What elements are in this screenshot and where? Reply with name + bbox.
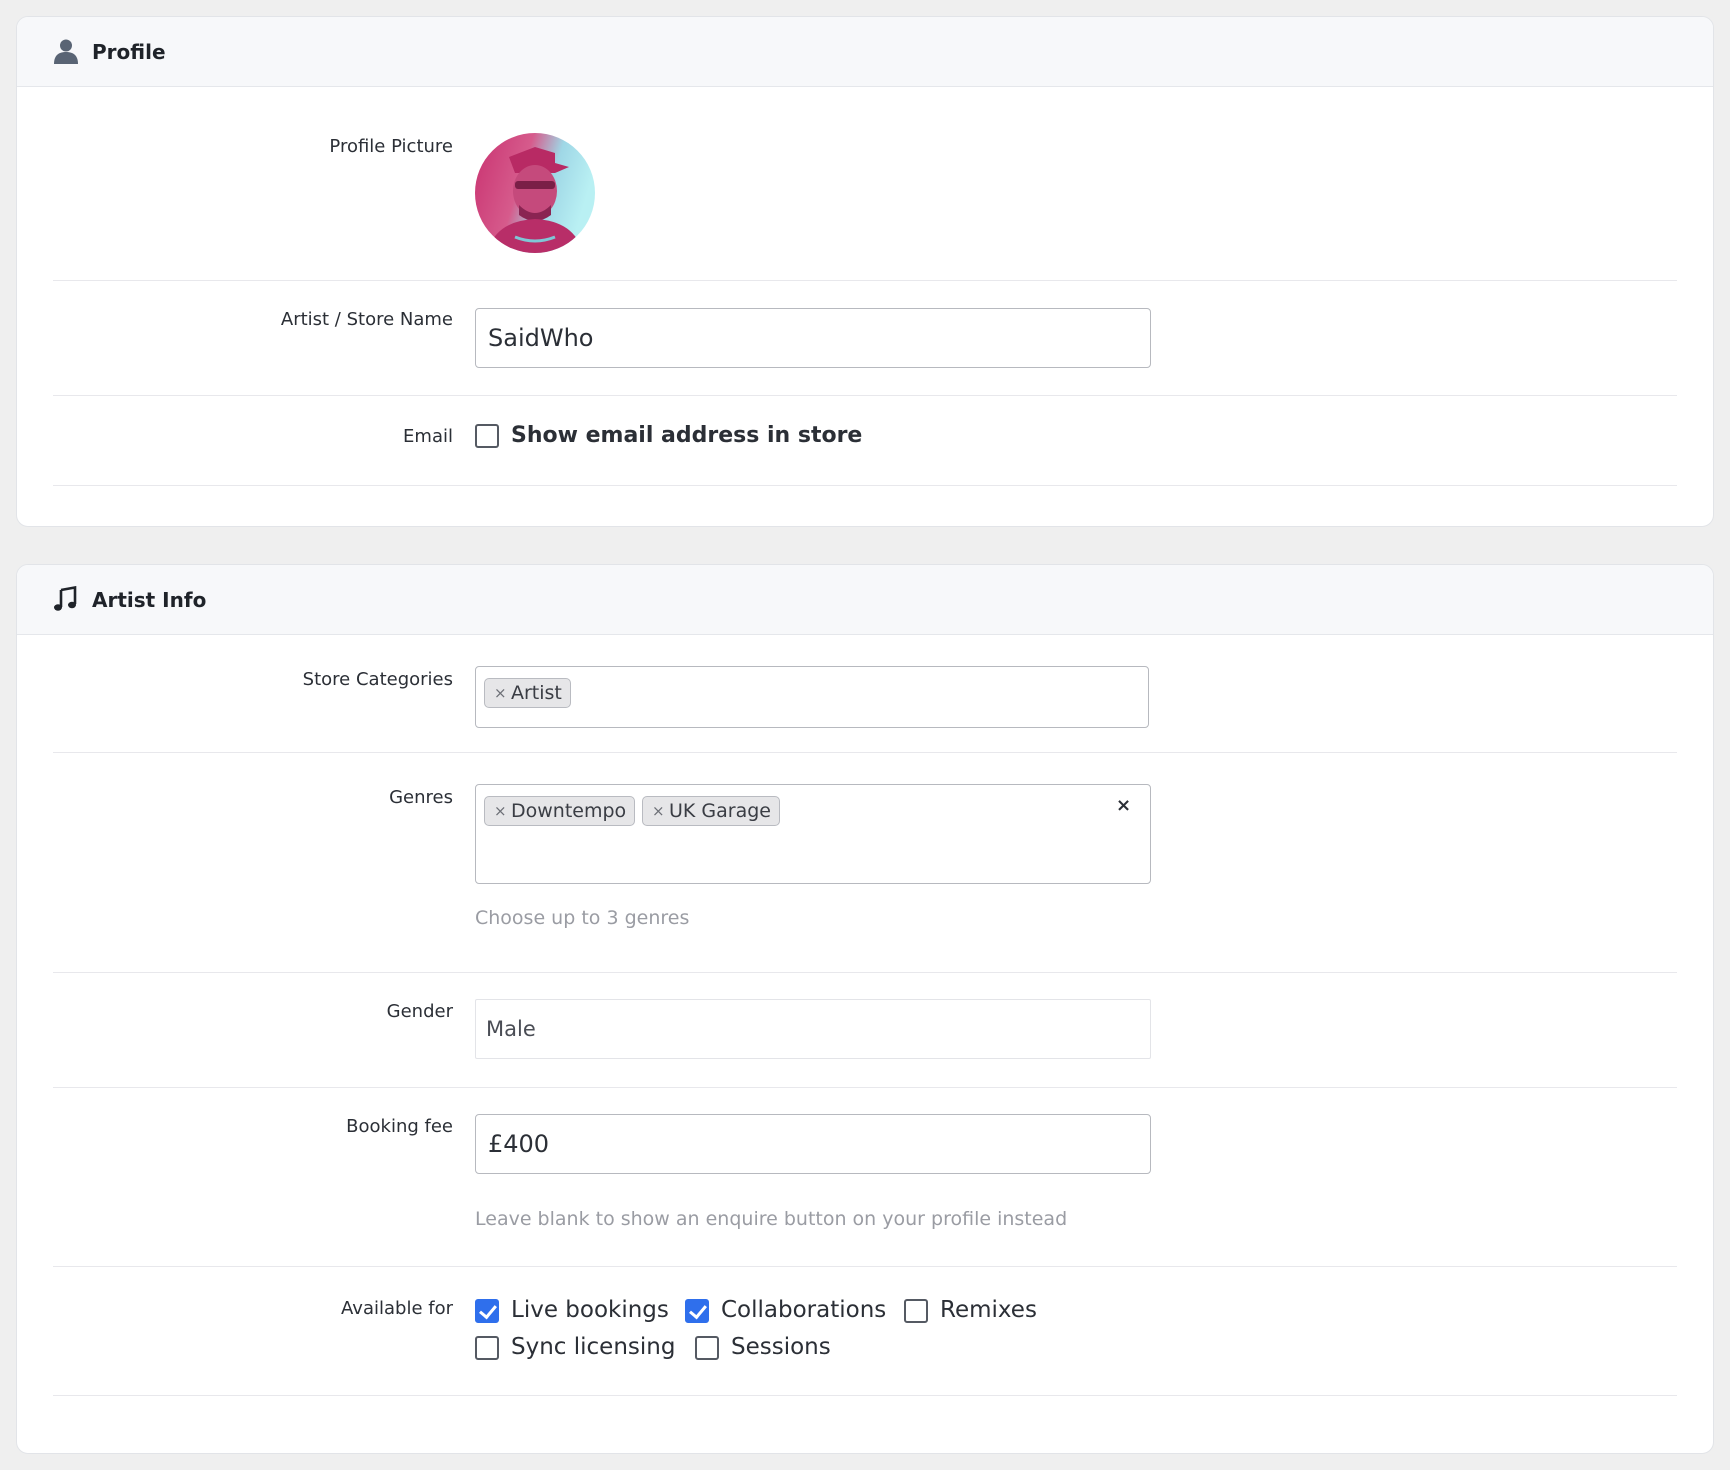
section-title-profile: Profile bbox=[92, 40, 166, 64]
genre-tag[interactable]: × UK Garage bbox=[642, 796, 780, 826]
artist-name-row: Artist / Store Name SaidWho bbox=[53, 281, 1677, 396]
profile-card: Profile Profile Picture Artist / Store N… bbox=[16, 16, 1714, 527]
clear-genres-icon[interactable]: × bbox=[1116, 795, 1131, 816]
store-categories-row: Store Categories × Artist bbox=[53, 635, 1677, 753]
collaborations-label: Collaborations bbox=[721, 1297, 887, 1323]
user-icon bbox=[54, 39, 78, 64]
sessions-label: Sessions bbox=[731, 1334, 831, 1360]
booking-fee-label: Booking fee bbox=[346, 1116, 453, 1137]
genres-select[interactable]: × Downtempo × UK Garage × bbox=[475, 784, 1151, 884]
gender-row: Gender Male bbox=[53, 973, 1677, 1088]
genres-row: Genres × Downtempo × UK Garage × Choose … bbox=[53, 753, 1677, 973]
store-categories-select[interactable]: × Artist bbox=[475, 666, 1149, 728]
show-email-checkbox[interactable] bbox=[475, 424, 499, 448]
avatar[interactable] bbox=[475, 133, 595, 253]
category-tag-label: Artist bbox=[511, 682, 562, 704]
store-categories-label: Store Categories bbox=[302, 669, 453, 690]
avatar-image bbox=[475, 133, 595, 253]
live-bookings-checkbox[interactable] bbox=[475, 1299, 499, 1323]
booking-fee-row: Booking fee £400 Leave blank to show an … bbox=[53, 1088, 1677, 1267]
genre-tag-label: UK Garage bbox=[669, 800, 771, 822]
booking-fee-input[interactable]: £400 bbox=[475, 1114, 1151, 1174]
profile-picture-label: Profile Picture bbox=[329, 136, 453, 157]
sync-licensing-checkbox[interactable] bbox=[475, 1336, 499, 1360]
collaborations-checkbox[interactable] bbox=[685, 1299, 709, 1323]
artist-info-card: Artist Info Store Categories × Artist Ge… bbox=[16, 564, 1714, 1454]
genres-help-text: Choose up to 3 genres bbox=[475, 907, 690, 929]
sync-licensing-label: Sync licensing bbox=[511, 1334, 676, 1360]
remixes-label: Remixes bbox=[940, 1297, 1037, 1323]
remove-tag-icon[interactable]: × bbox=[652, 797, 665, 825]
show-email-label: Show email address in store bbox=[511, 423, 863, 448]
artist-name-input[interactable]: SaidWho bbox=[475, 308, 1151, 368]
available-for-row: Available for Live bookings Collaboratio… bbox=[53, 1267, 1677, 1396]
genres-label: Genres bbox=[389, 787, 453, 808]
genre-tag-label: Downtempo bbox=[511, 800, 627, 822]
email-label: Email bbox=[403, 426, 453, 447]
email-row: Email Show email address in store bbox=[53, 396, 1677, 486]
artist-name-label: Artist / Store Name bbox=[280, 309, 453, 330]
genre-tag[interactable]: × Downtempo bbox=[484, 796, 636, 826]
profile-picture-row: Profile Picture bbox=[53, 87, 1677, 281]
booking-fee-help-text: Leave blank to show an enquire button on… bbox=[475, 1208, 1068, 1230]
live-bookings-label: Live bookings bbox=[511, 1297, 669, 1323]
gender-label: Gender bbox=[386, 1001, 453, 1022]
profile-card-header: Profile bbox=[17, 17, 1713, 87]
music-note-icon bbox=[54, 586, 77, 611]
category-tag[interactable]: × Artist bbox=[484, 678, 571, 708]
gender-field[interactable]: Male bbox=[475, 999, 1151, 1059]
remixes-checkbox[interactable] bbox=[904, 1299, 928, 1323]
section-title-artist-info: Artist Info bbox=[92, 588, 207, 612]
sessions-checkbox[interactable] bbox=[695, 1336, 719, 1360]
remove-tag-icon[interactable]: × bbox=[494, 679, 507, 707]
remove-tag-icon[interactable]: × bbox=[494, 797, 507, 825]
available-for-label: Available for bbox=[341, 1298, 453, 1319]
artist-info-card-header: Artist Info bbox=[17, 565, 1713, 635]
